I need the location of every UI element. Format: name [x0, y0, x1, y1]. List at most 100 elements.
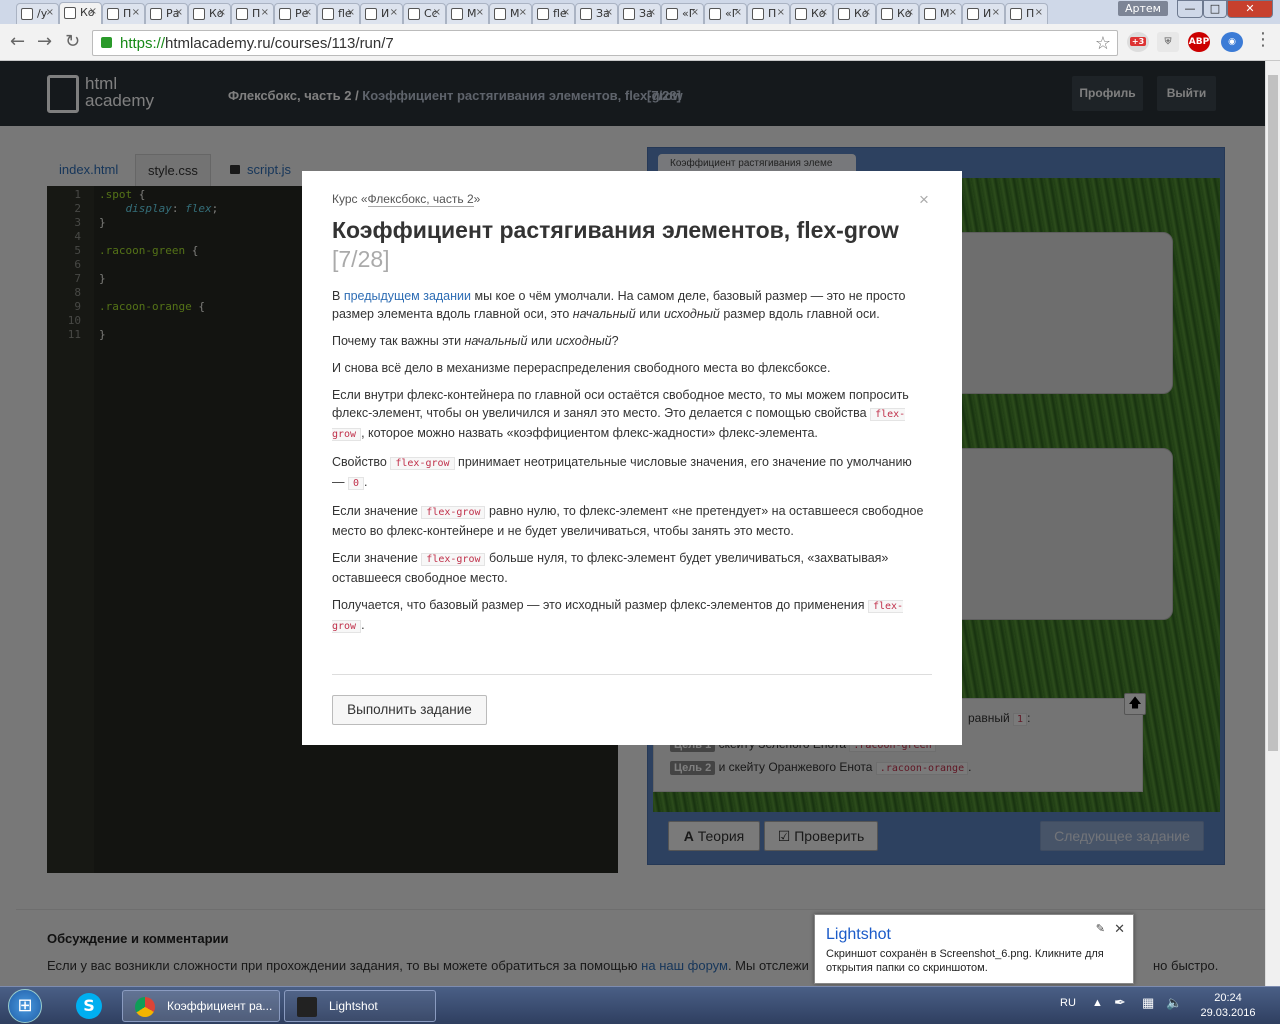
close-tab-icon[interactable]: × — [519, 7, 527, 18]
close-tab-icon[interactable]: × — [648, 7, 656, 18]
close-tab-icon[interactable]: × — [906, 7, 914, 18]
modal-course: Курс «Флексбокс, часть 2» — [332, 192, 481, 207]
browser-tab[interactable]: М × — [919, 3, 962, 24]
close-tab-icon[interactable]: × — [863, 7, 871, 18]
lightshot-tray-icon[interactable]: ✒ — [1114, 994, 1126, 1011]
close-tab-icon[interactable]: × — [433, 7, 441, 18]
browser-tab[interactable]: П × — [231, 3, 274, 24]
browser-tab[interactable]: М × — [489, 3, 532, 24]
browser-tab[interactable]: И × — [360, 3, 403, 24]
favicon-icon — [709, 8, 721, 20]
favicon-icon — [408, 8, 420, 20]
close-tab-icon[interactable]: × — [949, 7, 957, 18]
reload-icon[interactable]: ↻ — [65, 32, 80, 52]
taskbar-chrome[interactable]: Коэффициент ра... — [122, 990, 280, 1022]
browser-tab[interactable]: Сс × — [403, 3, 446, 24]
favicon-icon — [623, 8, 635, 20]
browser-tab[interactable]: Ре × — [274, 3, 317, 24]
browser-tab[interactable]: Ко × — [59, 2, 102, 24]
browser-tab[interactable]: fle × — [532, 3, 575, 24]
browser-tab[interactable]: Ко × — [833, 3, 876, 24]
browser-tab[interactable]: П × — [1005, 3, 1048, 24]
close-tab-icon[interactable]: × — [347, 7, 355, 18]
favicon-icon — [64, 7, 76, 19]
minimize-button[interactable]: — — [1177, 0, 1203, 18]
modal-body: В предыдущем задании мы кое о чём умолча… — [332, 287, 927, 645]
browser-tab[interactable]: «Г × — [661, 3, 704, 24]
close-tab-icon[interactable]: × — [820, 7, 828, 18]
bookmark-star-icon[interactable]: ☆ — [1095, 33, 1111, 54]
language-indicator[interactable]: RU — [1060, 997, 1076, 1009]
pin-icon[interactable]: ✎ — [1096, 922, 1105, 935]
close-tab-icon[interactable]: × — [562, 7, 570, 18]
browser-user-badge[interactable]: Артем — [1118, 1, 1168, 16]
browser-tab[interactable]: П × — [747, 3, 790, 24]
close-tab-icon[interactable]: × — [1035, 7, 1043, 18]
close-tab-icon[interactable]: × — [261, 7, 269, 18]
close-tab-icon[interactable]: × — [175, 7, 183, 18]
close-tab-icon[interactable]: × — [992, 7, 1000, 18]
skype-icon[interactable]: S — [64, 990, 114, 1022]
url-text[interactable]: https://htmlacademy.ru/courses/113/run/7 — [120, 35, 394, 52]
tab-label: П — [252, 7, 261, 20]
previous-task-link[interactable]: предыдущем задании — [344, 289, 471, 303]
close-tab-icon[interactable]: × — [132, 7, 140, 18]
address-bar[interactable]: https://htmlacademy.ru/courses/113/run/7… — [92, 30, 1118, 56]
browser-tab[interactable]: П × — [102, 3, 145, 24]
close-tab-icon[interactable]: × — [46, 7, 54, 18]
course-link[interactable]: Флексбокс, часть 2 — [367, 192, 474, 207]
network-icon[interactable]: ▦ — [1142, 995, 1154, 1011]
browser-tab[interactable]: Ко × — [188, 3, 231, 24]
close-tab-icon[interactable]: × — [304, 7, 312, 18]
close-tab-icon[interactable]: × — [218, 7, 226, 18]
lightshot-notification[interactable]: Lightshot ✎ ✕ Скриншот сохранён в Screen… — [814, 914, 1134, 984]
close-tab-icon[interactable]: × — [476, 7, 484, 18]
browser-tab[interactable]: За × — [575, 3, 618, 24]
menu-icon[interactable]: ⋮ — [1254, 30, 1272, 50]
browser-tab[interactable]: Ко × — [790, 3, 833, 24]
globe-icon[interactable]: ◉ — [1221, 32, 1243, 52]
tab-label: П — [768, 7, 777, 20]
browser-tab[interactable]: За × — [618, 3, 661, 24]
forward-icon[interactable]: → — [37, 32, 52, 52]
favicon-icon — [451, 8, 463, 20]
browser-tab[interactable]: И × — [962, 3, 1005, 24]
page-scrollbar[interactable] — [1265, 61, 1280, 986]
lock-icon — [101, 37, 112, 48]
browser-tab[interactable]: /у × — [16, 3, 59, 24]
browser-tab[interactable]: Ко × — [876, 3, 919, 24]
browser-toolbar: ← → ↻ https://htmlacademy.ru/courses/113… — [0, 24, 1280, 61]
close-tab-icon[interactable]: × — [734, 7, 742, 18]
maximize-button[interactable]: □ — [1203, 0, 1227, 18]
volume-icon[interactable]: 🔈 — [1166, 995, 1182, 1011]
favicon-icon — [881, 8, 893, 20]
close-tab-icon[interactable]: × — [691, 7, 699, 18]
close-tab-icon[interactable]: × — [777, 7, 785, 18]
browser-tab[interactable]: fle × — [317, 3, 360, 24]
close-tab-icon[interactable]: × — [89, 6, 97, 17]
close-window-button[interactable]: ✕ — [1227, 0, 1273, 18]
browser-tab[interactable]: «Г × — [704, 3, 747, 24]
clock[interactable]: 20:24 29.03.2016 — [1200, 991, 1256, 1021]
theory-modal: Курс «Флексбокс, часть 2» × Коэффициент … — [302, 171, 962, 745]
close-tab-icon[interactable]: × — [605, 7, 613, 18]
taskbar-lightshot[interactable]: Lightshot — [284, 990, 436, 1022]
extension-icon[interactable]: +3 — [1127, 32, 1149, 52]
close-tab-icon[interactable]: × — [390, 7, 398, 18]
paragraph: Если значение flex-grow больше нуля, то … — [332, 551, 889, 585]
paragraph: И снова всё дело в механизме перераспред… — [332, 361, 831, 375]
close-icon[interactable]: × — [919, 190, 929, 210]
favicon-icon — [21, 8, 33, 20]
back-icon[interactable]: ← — [10, 32, 25, 52]
adblock-icon[interactable]: ABP — [1188, 32, 1210, 52]
browser-tab[interactable]: Ра × — [145, 3, 188, 24]
close-icon[interactable]: ✕ — [1114, 921, 1125, 937]
start-button[interactable]: ⊞ — [8, 989, 42, 1023]
windows-taskbar: ⊞ S Коэффициент ра... Lightshot RU ▲ ✒ ▦… — [0, 986, 1280, 1024]
scrollbar-thumb[interactable] — [1268, 75, 1278, 751]
shield-icon[interactable]: ⛨ — [1157, 32, 1179, 52]
browser-tab[interactable]: М × — [446, 3, 489, 24]
lightshot-icon — [297, 997, 317, 1017]
do-task-button[interactable]: Выполнить задание — [332, 695, 487, 725]
tray-expand-icon[interactable]: ▲ — [1092, 997, 1103, 1009]
